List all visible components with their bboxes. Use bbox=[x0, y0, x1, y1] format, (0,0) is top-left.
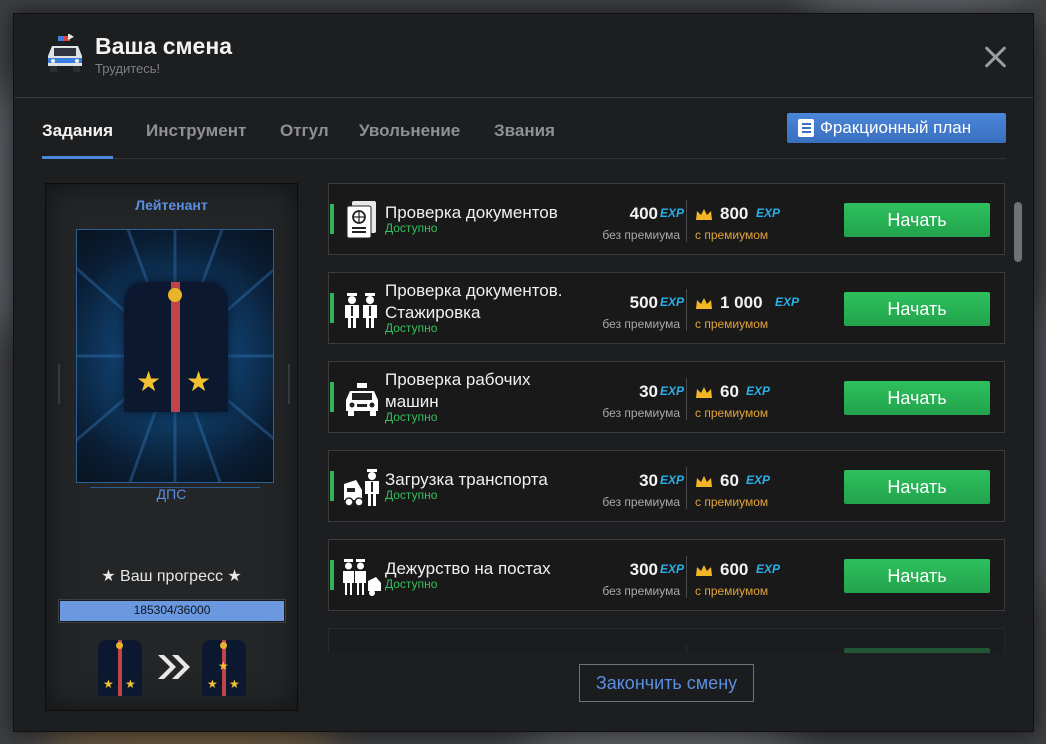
without-premium-label: без премиума bbox=[602, 317, 680, 331]
current-rank-icon: ★ ★ bbox=[98, 640, 142, 696]
faction-plan-button[interactable]: Фракционный план bbox=[787, 113, 1006, 143]
task-status: Доступно bbox=[385, 221, 438, 235]
task-row: Проверка документов Доступно 400 EXP без… bbox=[328, 183, 1005, 255]
rank-unit: ДПС bbox=[156, 486, 187, 502]
modal-header: Ваша смена Трудитесь! bbox=[14, 14, 1033, 98]
start-button[interactable] bbox=[844, 648, 990, 653]
exp-value: 500 bbox=[629, 293, 658, 312]
exp-badge: EXP bbox=[756, 206, 781, 220]
rank-star-icon: ★ bbox=[136, 365, 162, 398]
shift-modal: Ваша смена Трудитесь! Задания Инструмент… bbox=[13, 13, 1034, 732]
modal-title: Ваша смена bbox=[95, 33, 233, 59]
start-button[interactable]: Начать bbox=[844, 292, 990, 326]
chevron-right-icon bbox=[158, 655, 190, 679]
exp-premium-value: 60 bbox=[720, 471, 739, 490]
task-status: Доступно bbox=[385, 321, 438, 335]
task-row: Проверка рабочих машин Доступно 30 EXP б… bbox=[328, 361, 1005, 433]
exp-badge: EXP bbox=[660, 384, 685, 398]
without-premium-label: без премиума bbox=[602, 584, 680, 598]
task-name: Проверка рабочих машин bbox=[385, 370, 531, 411]
start-button[interactable]: Начать bbox=[844, 381, 990, 415]
scrollbar[interactable] bbox=[1014, 202, 1022, 262]
exp-premium-value: 1 000 bbox=[720, 293, 763, 312]
without-premium-label: без премиума bbox=[602, 495, 680, 509]
exp-badge: EXP bbox=[746, 473, 771, 487]
officers-icon bbox=[345, 293, 377, 328]
exp-value: 300 bbox=[629, 560, 658, 579]
exp-premium-value: 800 bbox=[720, 204, 749, 223]
tab-ranks[interactable]: Звания bbox=[494, 121, 555, 159]
start-button[interactable]: Начать bbox=[844, 470, 990, 504]
crown-icon bbox=[696, 565, 712, 576]
exp-badge: EXP bbox=[660, 295, 685, 309]
task-row: Дежурство на постах Доступно 300 EXP без… bbox=[328, 539, 1005, 611]
passport-icon bbox=[346, 201, 376, 239]
exp-badge: EXP bbox=[660, 473, 685, 487]
exp-premium-value: 60 bbox=[720, 382, 739, 401]
tab-tasks[interactable]: Задания bbox=[42, 121, 113, 159]
task-row: Проверка документов. Стажировка Доступно… bbox=[328, 272, 1005, 344]
exp-badge: EXP bbox=[746, 384, 771, 398]
exp-badge: EXP bbox=[756, 562, 781, 576]
tab-tools[interactable]: Инструмент bbox=[146, 121, 246, 159]
exp-badge: EXP bbox=[660, 562, 685, 576]
exp-value: 30 bbox=[639, 382, 658, 401]
crown-icon bbox=[696, 387, 712, 398]
panel-decoration bbox=[282, 364, 290, 404]
task-row bbox=[328, 628, 1005, 653]
next-rank-icon: ★ ★ ★ bbox=[202, 640, 246, 696]
with-premium-label: с премиумом bbox=[695, 584, 769, 598]
rank-insignia-card: ★ ★ bbox=[76, 229, 274, 483]
exp-badge: EXP bbox=[660, 206, 685, 220]
checklist-icon bbox=[798, 119, 814, 137]
with-premium-label: с премиумом bbox=[695, 317, 769, 331]
progress-bar: 185304/36000 bbox=[58, 599, 286, 623]
progress-title: ★ Ваш прогресс ★ bbox=[101, 568, 242, 585]
panel-decoration bbox=[58, 364, 66, 404]
rank-name: Лейтенант bbox=[135, 197, 208, 213]
exp-value: 400 bbox=[629, 204, 658, 223]
task-status: Доступно bbox=[385, 577, 438, 591]
post-officers-icon bbox=[343, 559, 381, 596]
close-icon[interactable] bbox=[980, 42, 1010, 72]
task-list: Проверка документов Доступно 400 EXP без… bbox=[328, 183, 1005, 653]
task-status: Доступно bbox=[385, 410, 438, 424]
rank-star-icon: ★ bbox=[186, 365, 212, 398]
exp-premium-value: 600 bbox=[720, 560, 749, 579]
crown-icon bbox=[696, 476, 712, 487]
task-row: Загрузка транспорта Доступно 30 EXP без … bbox=[328, 450, 1005, 522]
without-premium-label: без премиума bbox=[602, 228, 680, 242]
with-premium-label: с премиумом bbox=[695, 495, 769, 509]
start-button[interactable]: Начать bbox=[844, 559, 990, 593]
with-premium-label: с премиумом bbox=[695, 406, 769, 420]
police-car-icon bbox=[346, 383, 378, 416]
modal-subtitle: Трудитесь! bbox=[95, 61, 161, 76]
crown-icon bbox=[696, 298, 712, 309]
with-premium-label: с премиумом bbox=[695, 228, 769, 242]
police-car-icon bbox=[48, 34, 82, 72]
crown-icon bbox=[696, 209, 712, 220]
exp-badge: EXP bbox=[775, 295, 800, 309]
task-name: Проверка документов. Стажировка bbox=[385, 281, 563, 322]
tab-day-off[interactable]: Отгул bbox=[280, 121, 329, 159]
task-status: Доступно bbox=[385, 488, 438, 502]
finish-shift-button[interactable]: Закончить смену bbox=[579, 664, 754, 702]
without-premium-label: без премиума bbox=[602, 406, 680, 420]
rank-panel: Лейтенант ★ ★ ДПС ★ Ваш прогресс ★ 18530… bbox=[45, 183, 298, 711]
start-button[interactable]: Начать bbox=[844, 203, 990, 237]
tab-resign[interactable]: Увольнение bbox=[359, 121, 460, 159]
faction-plan-label: Фракционный план bbox=[820, 118, 972, 137]
tow-officer-icon bbox=[344, 469, 379, 507]
exp-value: 30 bbox=[639, 471, 658, 490]
progress-text: 185304/36000 bbox=[133, 603, 211, 617]
